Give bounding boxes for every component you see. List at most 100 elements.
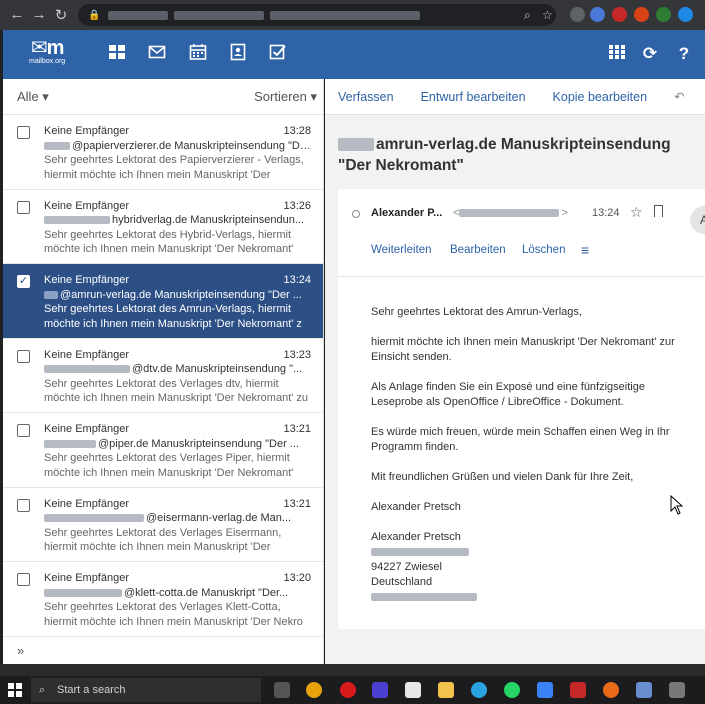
- item-preview: Sehr geehrtes Lektorat des Verlages dtv,…: [44, 377, 309, 405]
- chrome-icon[interactable]: [306, 682, 322, 698]
- app-icon[interactable]: [537, 682, 553, 698]
- mail-list-pane: Alle ▾ Sortieren ▾ Keine Empfänger 13:28 …: [3, 79, 324, 664]
- pdf-icon[interactable]: [570, 682, 586, 698]
- profile-extension-icon[interactable]: [590, 7, 605, 22]
- forward-icon[interactable]: →: [28, 6, 50, 23]
- item-sender: Keine Empfänger: [44, 423, 129, 435]
- signature-email: [371, 590, 695, 605]
- item-subject: hybridverlag.de Manuskripteinsendun...: [44, 213, 311, 228]
- app-icon[interactable]: [405, 682, 421, 698]
- item-checkbox[interactable]: [17, 424, 30, 437]
- item-time: 13:21: [283, 423, 311, 435]
- reading-pane: Verfassen Entwurf bearbeiten Kopie bearb…: [325, 79, 705, 664]
- item-sender: Keine Empfänger: [44, 497, 129, 510]
- task-view-icon[interactable]: [274, 682, 290, 698]
- item-time: 13:23: [283, 348, 311, 361]
- item-checkbox[interactable]: [17, 126, 30, 139]
- body-closing: Mit freundlichen Grüßen und vielen Dank …: [371, 471, 634, 483]
- forward-button[interactable]: Weiterleiten: [371, 244, 432, 256]
- app-icon[interactable]: [603, 682, 619, 698]
- message-time: 13:24: [592, 207, 620, 219]
- compose-button[interactable]: Verfassen: [338, 90, 394, 104]
- mouse-cursor-icon: [670, 494, 684, 520]
- edit-draft-button[interactable]: Entwurf bearbeiten: [421, 90, 526, 104]
- message-header: Alexander P... < > 13:24 ☆ A Weiterleiten…: [338, 189, 705, 277]
- mail-icon[interactable]: [146, 43, 168, 65]
- apps-grid-icon[interactable]: [606, 43, 628, 65]
- item-checkbox-checked[interactable]: ✓: [17, 275, 30, 288]
- refresh-icon[interactable]: ⟳: [639, 43, 661, 65]
- signature-street: [371, 545, 695, 560]
- extension-icon[interactable]: [612, 7, 627, 22]
- extension-icon[interactable]: [656, 7, 671, 22]
- edit-copy-button[interactable]: Kopie bearbeiten: [553, 90, 648, 104]
- item-checkbox[interactable]: [17, 200, 30, 214]
- unread-circle-icon[interactable]: [352, 210, 360, 218]
- item-preview: Sehr geehrtes Lektorat des Verlages Klet…: [44, 601, 303, 628]
- list-item[interactable]: Keine Empfänger 13:23 @dtv.de Manuskripte…: [3, 339, 323, 413]
- item-subject: @dtv.de Manuskripteinsendung "...: [44, 362, 311, 377]
- app-icon[interactable]: [669, 682, 685, 698]
- sort-dropdown[interactable]: Sortieren ▾: [254, 89, 317, 105]
- body-paragraph: Es würde mich freuen, würde mein Schaffe…: [371, 426, 670, 453]
- contacts-icon[interactable]: [227, 43, 249, 65]
- more-menu-icon[interactable]: ≡: [581, 243, 589, 257]
- expand-sidebar-button[interactable]: »: [3, 638, 323, 664]
- help-icon[interactable]: ?: [673, 43, 695, 65]
- item-subject: @klett-cotta.de Manuskript "Der...: [44, 586, 311, 601]
- address-bar[interactable]: 🔒 ⌕ ☆: [78, 4, 556, 26]
- extension-icon[interactable]: [570, 7, 585, 22]
- sender-address[interactable]: < >: [453, 207, 568, 219]
- item-subject: @papierverzierer.de Manuskripteinsendung…: [44, 139, 311, 154]
- item-sender: Keine Empfänger: [44, 348, 129, 361]
- bookmark-icon[interactable]: [654, 205, 663, 217]
- opera-icon[interactable]: [340, 682, 356, 698]
- item-time: 13:21: [283, 497, 311, 510]
- calendar-icon[interactable]: [187, 43, 209, 65]
- avatar[interactable]: A: [690, 206, 705, 234]
- item-preview: Sehr geehrtes Lektorat des Papierverzier…: [44, 154, 304, 181]
- filter-dropdown[interactable]: Alle ▾: [17, 89, 49, 105]
- taskbar-search[interactable]: ⌕ Start a search: [31, 678, 261, 702]
- windows-start-icon[interactable]: [8, 683, 22, 697]
- item-checkbox[interactable]: [17, 349, 30, 363]
- whatsapp-icon[interactable]: [504, 682, 520, 698]
- item-checkbox[interactable]: [17, 498, 30, 512]
- bookmark-star-icon[interactable]: ☆: [542, 8, 553, 22]
- list-item-selected[interactable]: ✓ Keine Empfänger 13:24 @amrun-verlag.de …: [3, 264, 323, 339]
- url-text: [108, 10, 169, 20]
- zoom-icon[interactable]: ⌕: [524, 8, 531, 23]
- telegram-icon[interactable]: [471, 682, 487, 698]
- signature-country: Deutschland: [371, 576, 433, 588]
- item-time: 13:26: [283, 199, 311, 212]
- flag-star-icon[interactable]: ☆: [630, 204, 643, 221]
- tasks-icon[interactable]: [267, 43, 289, 65]
- body-signoff: Alexander Pretsch: [371, 501, 461, 513]
- extension-icon[interactable]: [678, 7, 693, 22]
- message-body: Sehr geehrtes Lektorat des Amrun-Verlags…: [338, 277, 705, 605]
- back-icon[interactable]: ←: [6, 6, 28, 23]
- item-sender: Keine Empfänger: [44, 199, 129, 212]
- file-explorer-icon[interactable]: [438, 682, 454, 698]
- list-item[interactable]: Keine Empfänger 13:21 @piper.de Manuskrip…: [3, 413, 323, 488]
- list-item[interactable]: Keine Empfänger 13:26 hybridverlag.de Man…: [3, 190, 323, 264]
- logo[interactable]: ✉m mailbox.org: [29, 38, 65, 66]
- message-subject: amrun-verlag.de Manuskripteinsendung "De…: [338, 136, 671, 174]
- extension-icon[interactable]: [634, 7, 649, 22]
- portal-icon[interactable]: [106, 43, 128, 65]
- app-icon[interactable]: [372, 682, 388, 698]
- item-preview: Sehr geehrtes Lektorat des Verlages Pipe…: [44, 452, 294, 479]
- delete-button[interactable]: Löschen: [522, 244, 565, 256]
- item-checkbox[interactable]: [17, 573, 30, 586]
- item-sender: Keine Empfänger: [44, 274, 129, 286]
- reply-icon[interactable]: ↶: [674, 89, 684, 104]
- app-header: ✉m mailbox.org ⟳ ?: [3, 30, 705, 79]
- list-item[interactable]: Keine Empfänger 13:28 @papierverzierer.de…: [3, 115, 323, 190]
- reload-icon[interactable]: ↻: [50, 6, 72, 24]
- app-icon[interactable]: [636, 682, 652, 698]
- list-item[interactable]: Keine Empfänger 13:20 @klett-cotta.de Man…: [3, 562, 323, 637]
- edit-button[interactable]: Bearbeiten: [450, 244, 506, 256]
- sender-name[interactable]: Alexander P...: [371, 207, 442, 219]
- list-item[interactable]: Keine Empfänger 13:21 @eisermann-verlag.d…: [3, 488, 323, 562]
- item-subject: @eisermann-verlag.de Man...: [44, 511, 311, 526]
